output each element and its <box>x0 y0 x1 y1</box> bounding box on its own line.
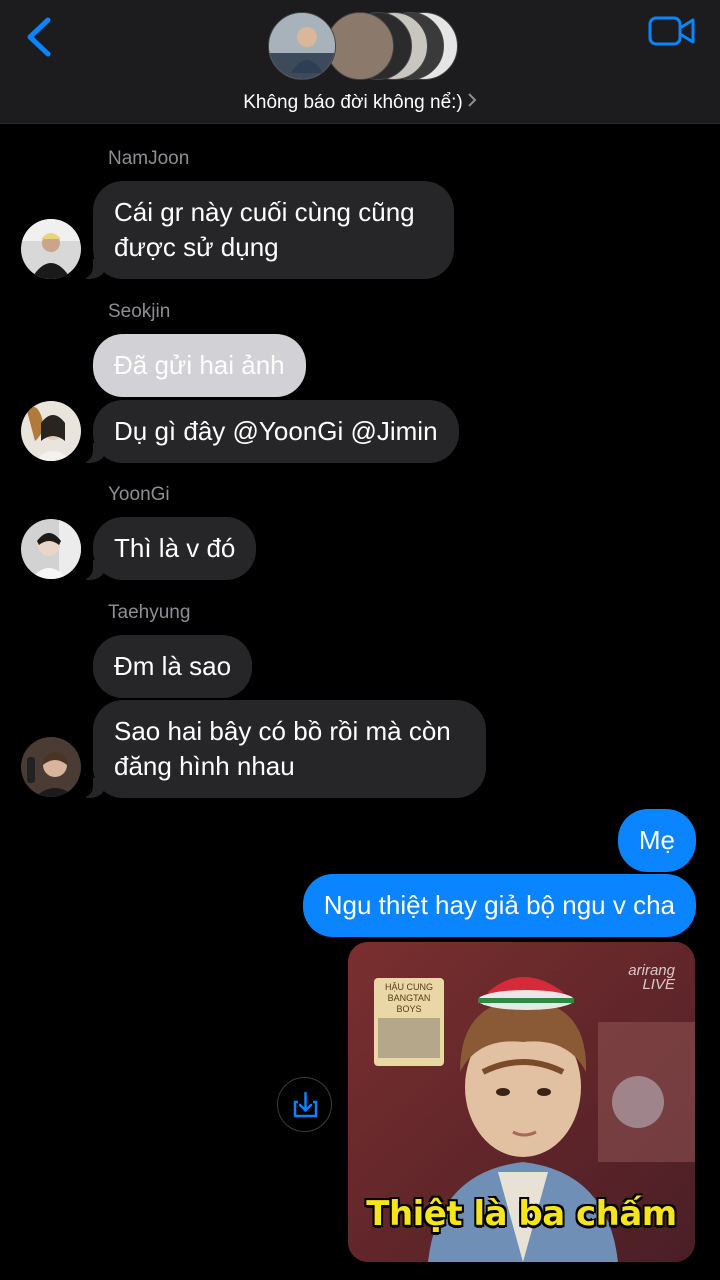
group-avatar-1 <box>268 12 336 80</box>
my-message-bubble[interactable]: Mẹ <box>617 809 696 872</box>
image-watermark: arirang LIVE <box>628 963 675 993</box>
sender-name: Seokjin <box>108 301 171 322</box>
share-button[interactable] <box>277 1077 332 1132</box>
message-bubble[interactable]: Dụ gì đây @YoonGi @Jimin <box>73 400 459 463</box>
my-message-bubble[interactable]: Ngu thiệt hay giả bộ ngu v cha <box>302 874 696 937</box>
video-camera-icon <box>648 16 695 46</box>
image-scroll-title: HẬU CUNG <box>384 982 433 992</box>
chat-header: Không báo đời không nể:) <box>0 0 720 124</box>
message-line: được sử dụng <box>114 232 279 262</box>
group-avatar-2 <box>326 12 394 80</box>
group-avatar-stack[interactable] <box>268 12 458 82</box>
message-line: đăng hình nhau <box>114 751 295 781</box>
message-bubble[interactable]: Sao hai bây có bồ rồi mà còn đăng hình n… <box>73 700 486 798</box>
sender-name: NamJoon <box>108 148 190 169</box>
image-watermark-bottom: LIVE <box>642 976 675 993</box>
sender-name: Taehyung <box>108 602 191 623</box>
message-bubble[interactable]: Đm là sao <box>93 635 253 698</box>
avatar-namjoon[interactable] <box>21 219 81 279</box>
avatar-taehyung[interactable] <box>21 737 81 797</box>
image-scroll-sub: BANGTAN BOYS <box>387 993 431 1014</box>
chevron-left-icon <box>27 17 51 57</box>
avatar-yoongi[interactable] <box>21 519 81 579</box>
avatar-seokjin[interactable] <box>21 401 81 461</box>
image-message[interactable]: HẬU CUNG BANGTAN BOYS arirang LIVE Thiệt… <box>348 942 695 1262</box>
image-scroll-text: HẬU CUNG BANGTAN BOYS <box>374 982 444 1015</box>
photo-notice-bubble[interactable]: Đã gửi hai ảnh <box>93 334 306 397</box>
group-title[interactable]: Không báo đời không nể:) <box>0 92 720 114</box>
sender-name: YoonGi <box>108 484 170 505</box>
message-bubble[interactable]: Thì là v đó <box>72 517 257 580</box>
message-line: Cái gr này cuối cùng cũng <box>114 197 415 227</box>
message-line: Sao hai bây có bồ rồi mà còn <box>114 716 451 746</box>
share-download-icon <box>293 1091 318 1118</box>
back-button[interactable] <box>20 12 60 62</box>
group-name: Không báo đời không nể:) <box>243 92 463 113</box>
message-bubble[interactable]: Cái gr này cuối cùng cũng được sử dụng <box>73 181 454 279</box>
chevron-right-icon <box>467 92 477 113</box>
image-caption: Thiệt là ba chấm <box>366 1194 677 1234</box>
video-call-button[interactable] <box>648 14 696 48</box>
